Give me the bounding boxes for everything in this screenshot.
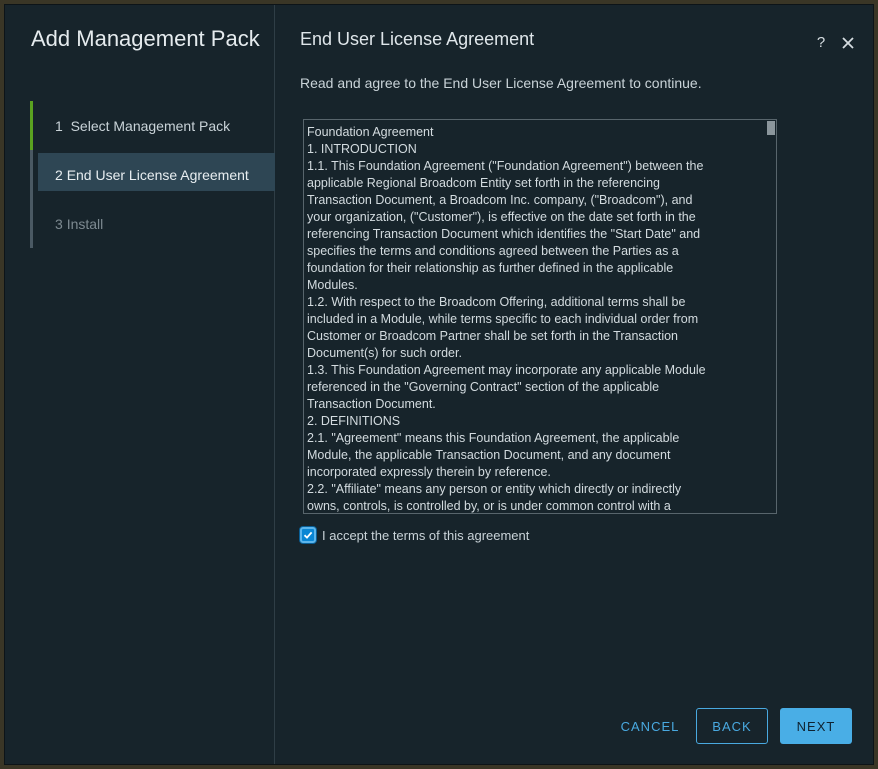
wizard-steps: 1 Select Management Pack 2 End User Lice… [30, 101, 275, 248]
eula-line: incorporated expressly therein by refere… [307, 465, 551, 479]
eula-line: 1.1. This Foundation Agreement ("Foundat… [307, 159, 704, 173]
eula-line: specifies the terms and conditions agree… [307, 244, 679, 258]
step-label: 1 Select Management Pack [55, 117, 231, 134]
eula-line: Modules. [307, 278, 358, 292]
eula-line: Document(s) for such order. [307, 346, 462, 360]
step-label: 2 End User License Agreement [55, 166, 249, 183]
eula-line: included in a Module, while terms specif… [307, 312, 699, 326]
eula-line: referencing Transaction Document which i… [307, 227, 701, 241]
eula-line: foundation for their relationship as fur… [307, 261, 674, 275]
eula-scrollbar[interactable] [766, 120, 776, 513]
eula-line: owns, controls, is controlled by, or is … [307, 499, 671, 513]
accept-terms-checkbox[interactable] [300, 527, 316, 543]
back-button[interactable]: BACK [696, 708, 768, 744]
wizard-step-eula[interactable]: 2 End User License Agreement [30, 150, 275, 199]
eula-line: 1.3. This Foundation Agreement may incor… [307, 363, 706, 377]
eula-line: referenced in the "Governing Contract" s… [307, 380, 660, 394]
step-indicator-bar [30, 150, 33, 199]
wizard-step-install[interactable]: 3 Install [30, 199, 275, 248]
close-icon[interactable] [838, 33, 858, 53]
eula-scrollbar-thumb[interactable] [767, 121, 775, 135]
eula-line: your organization, ("Customer"), is effe… [307, 210, 696, 224]
accept-terms-row[interactable]: I accept the terms of this agreement [300, 527, 529, 543]
next-button[interactable]: NEXT [780, 708, 852, 744]
eula-line: 1. INTRODUCTION [307, 142, 417, 156]
eula-line: 1.2. With respect to the Broadcom Offeri… [307, 295, 686, 309]
wizard-content: End User License Agreement ? Read and ag… [275, 5, 873, 764]
eula-text: Foundation Agreement 1. INTRODUCTION 1.1. … [307, 124, 765, 513]
accept-terms-label: I accept the terms of this agreement [322, 527, 530, 543]
wizard-title: Add Management Pack [31, 26, 260, 51]
eula-line: Module, the applicable Transaction Docum… [307, 448, 671, 462]
step-indicator-bar [30, 101, 33, 150]
eula-text-box[interactable]: Foundation Agreement 1. INTRODUCTION 1.1. … [303, 119, 777, 514]
eula-line: Customer or Broadcom Partner shall be se… [307, 329, 679, 343]
eula-line: 2.2. "Affiliate" means any person or ent… [307, 482, 682, 496]
help-icon[interactable]: ? [814, 33, 828, 53]
wizard-step-select-management-pack[interactable]: 1 Select Management Pack [30, 101, 275, 150]
checkmark-icon [303, 531, 313, 539]
eula-line: 2. DEFINITIONS [307, 414, 401, 428]
eula-line: 2.1. "Agreement" means this Foundation A… [307, 431, 680, 445]
eula-line: Foundation Agreement [307, 125, 434, 139]
step-indicator-bar [30, 199, 33, 248]
add-management-pack-dialog: Add Management Pack 1 Select Management … [4, 4, 874, 765]
eula-line: Transaction Document. [307, 397, 436, 411]
page-title: End User License Agreement [300, 29, 535, 49]
wizard-sidebar: Add Management Pack 1 Select Management … [5, 5, 275, 764]
eula-line: Transaction Document, a Broadcom Inc. co… [307, 193, 693, 207]
step-label: 3 Install [55, 215, 104, 232]
eula-line: applicable Regional Broadcom Entity set … [307, 176, 660, 190]
eula-instructions: Read and agree to the End User License A… [300, 75, 702, 91]
cancel-button[interactable]: CANCEL [615, 708, 685, 744]
